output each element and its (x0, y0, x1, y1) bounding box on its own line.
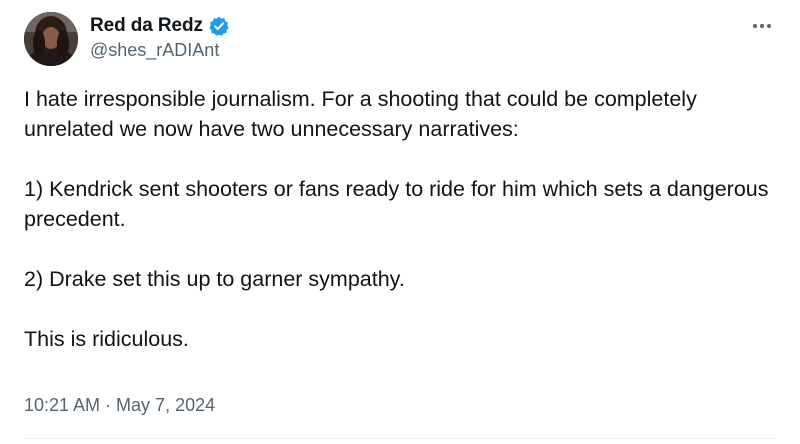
avatar-image (24, 12, 78, 66)
avatar[interactable] (24, 12, 78, 66)
tweet-card: Red da Redz @shes_rADIAnt I hate irrespo… (0, 0, 800, 444)
tweet-text: I hate irresponsible journalism. For a s… (24, 84, 784, 354)
tweet-paragraph: 2) Drake set this up to garner sympathy. (24, 267, 405, 291)
author-handle[interactable]: @shes_rADIAnt (90, 40, 219, 61)
tweet-paragraph: This is ridiculous. (24, 327, 189, 351)
author-name-row: Red da Redz (90, 14, 229, 38)
tweet-paragraph: 1) Kendrick sent shooters or fans ready … (24, 177, 769, 231)
tweet-paragraph: I hate irresponsible journalism. For a s… (24, 87, 697, 141)
display-name[interactable]: Red da Redz (90, 15, 203, 37)
more-horizontal-icon[interactable] (748, 16, 776, 36)
verified-badge-icon (209, 16, 229, 36)
divider (24, 438, 776, 439)
tweet-timestamp[interactable]: 10:21 AM · May 7, 2024 (24, 395, 215, 416)
